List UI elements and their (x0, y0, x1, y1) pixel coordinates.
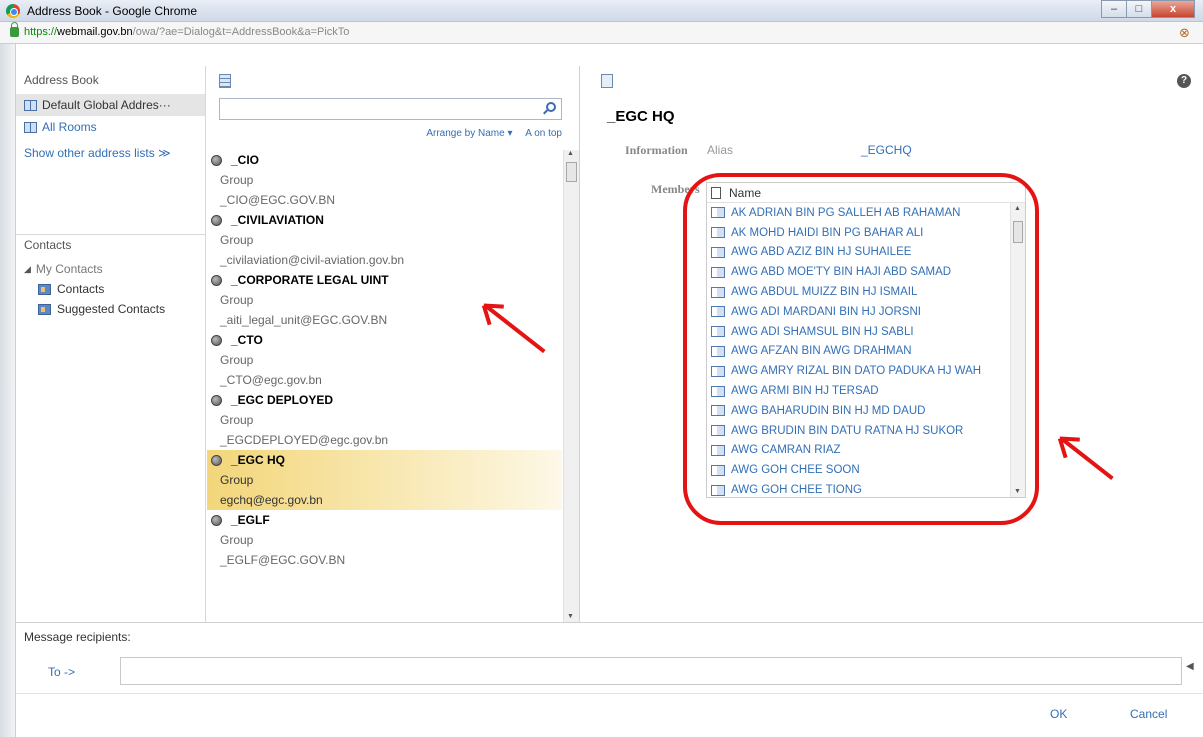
entry-name: _EGLF (231, 513, 270, 527)
address-book-icon (24, 121, 37, 133)
divider (16, 234, 206, 235)
nav-default-global-address-list[interactable]: Default Global Addres··· (16, 94, 205, 116)
group-icon (211, 154, 222, 166)
entry-email: _CIO@EGC.GOV.BN (220, 193, 336, 207)
to-button[interactable]: To -> (48, 665, 75, 679)
list-item[interactable]: _EGC DEPLOYED Group _EGCDEPLOYED@egc.gov… (207, 390, 562, 450)
scroll-up-icon[interactable]: ▲ (567, 150, 574, 157)
contacts-section: Contacts ◢ My Contacts Contacts Suggeste… (16, 238, 206, 319)
entry-email: _CTO@egc.gov.bn (220, 373, 322, 387)
entry-email: _EGLF@EGC.GOV.BN (220, 553, 346, 567)
sort-order-link[interactable]: A on top (525, 128, 562, 139)
search-input[interactable] (220, 99, 530, 119)
expand-caret-icon[interactable]: ◢ (24, 264, 31, 275)
group-icon (211, 214, 222, 226)
recipient-list-pane: Arrange by Name ▾ A on top _CIO Group _C… (207, 66, 580, 622)
information-label: Information (625, 143, 688, 157)
nav-all-rooms[interactable]: All Rooms (16, 116, 205, 138)
extension-icon[interactable]: ⊗ (1179, 25, 1195, 41)
show-other-address-lists-link[interactable]: Show other address lists ≫ (16, 138, 205, 168)
window-title: Address Book - Google Chrome (27, 4, 198, 18)
search-icon[interactable] (546, 102, 556, 112)
entry-email: _civilaviation@civil-aviation.gov.bn (220, 253, 405, 267)
nav-item-label: Default Global Addres··· (42, 98, 171, 112)
list-scrollbar[interactable]: ▲ ▼ (563, 150, 579, 622)
arrange-by-dropdown[interactable]: Arrange by Name ▾ (426, 128, 512, 139)
add-to-contacts-icon[interactable] (601, 74, 613, 88)
url-text[interactable]: https://webmail.gov.bn/owa/?ae=Dialog&t=… (24, 26, 349, 38)
list-view-icon[interactable] (219, 74, 231, 88)
arrange-bar: Arrange by Name ▾ A on top (416, 128, 562, 139)
alias-label: Alias (707, 143, 734, 157)
contacts-folder-icon (38, 303, 51, 315)
contacts-folder-icon (38, 283, 51, 295)
recipient-list: _CIO Group _CIO@EGC.GOV.BN _CIVILAVIATIO… (207, 150, 562, 622)
folder-label: Suggested Contacts (57, 302, 166, 316)
group-icon (211, 394, 222, 406)
entry-type: Group (220, 473, 254, 487)
window-left-edge (0, 44, 16, 737)
entry-name: _CIO (231, 153, 260, 167)
address-book-heading: Address Book (24, 73, 99, 87)
group-icon (211, 334, 222, 346)
maximize-button[interactable]: □ (1126, 0, 1152, 18)
entry-type: Group (220, 353, 254, 367)
list-item-selected[interactable]: _EGC HQ Group egchq@egc.gov.bn (207, 450, 562, 510)
to-recipients-field[interactable] (120, 657, 1182, 685)
list-item[interactable]: _CIO Group _CIO@EGC.GOV.BN (207, 150, 562, 210)
entry-name: _CIVILAVIATION (231, 213, 324, 227)
entry-name: _EGC DEPLOYED (231, 393, 334, 407)
detail-title: _EGC HQ (607, 108, 675, 125)
annotation-circle (683, 173, 1039, 525)
minimize-button[interactable]: – (1101, 0, 1127, 18)
scroll-down-icon[interactable]: ▼ (567, 613, 574, 620)
group-icon (211, 514, 222, 526)
group-icon (211, 274, 222, 286)
entry-name: _CORPORATE LEGAL UINT (231, 273, 389, 287)
entry-email: egchq@egc.gov.bn (220, 493, 323, 507)
address-list-pane: Address Book Default Global Addres··· Al… (16, 66, 206, 622)
entry-type: Group (220, 173, 254, 187)
entry-name: _CTO (231, 333, 263, 347)
divider (16, 622, 1203, 623)
my-contacts-label: My Contacts (35, 262, 103, 276)
chrome-logo-icon (6, 4, 20, 18)
divider (16, 693, 1203, 694)
list-item[interactable]: _EGLF Group _EGLF@EGC.GOV.BN (207, 510, 562, 570)
cancel-button[interactable]: Cancel (1130, 707, 1167, 721)
contacts-folder[interactable]: Contacts (16, 279, 206, 299)
contacts-heading: Contacts (24, 238, 72, 252)
entry-type: Group (220, 293, 254, 307)
scroll-thumb[interactable] (566, 162, 577, 182)
address-bar[interactable]: https://webmail.gov.bn/owa/?ae=Dialog&t=… (0, 22, 1203, 44)
entry-type: Group (220, 413, 254, 427)
entry-email: _EGCDEPLOYED@egc.gov.bn (220, 433, 389, 447)
list-item[interactable]: _CTO Group _CTO@egc.gov.bn (207, 330, 562, 390)
help-icon[interactable]: ? (1177, 74, 1191, 88)
address-book-icon (24, 99, 37, 111)
suggested-contacts-folder[interactable]: Suggested Contacts (16, 299, 206, 319)
window-titlebar: Address Book - Google Chrome – □ x (0, 0, 1203, 22)
my-contacts-node[interactable]: ◢ My Contacts (16, 259, 206, 279)
close-button[interactable]: x (1151, 0, 1195, 18)
ok-button[interactable]: OK (1050, 707, 1067, 721)
window-controls: – □ x (1101, 0, 1195, 18)
message-recipients-label: Message recipients: (24, 630, 131, 644)
group-icon (211, 454, 222, 466)
alias-value: _EGCHQ (861, 143, 912, 157)
lock-icon (10, 22, 19, 37)
entry-type: Group (220, 533, 254, 547)
entry-name: _EGC HQ (231, 453, 286, 467)
nav-item-label: All Rooms (42, 120, 97, 134)
search-box (219, 98, 562, 120)
scroll-left-icon[interactable]: ◀ (1186, 661, 1194, 672)
folder-label: Contacts (57, 282, 105, 296)
list-item[interactable]: _CIVILAVIATION Group _civilaviation@civi… (207, 210, 562, 270)
entry-type: Group (220, 233, 254, 247)
